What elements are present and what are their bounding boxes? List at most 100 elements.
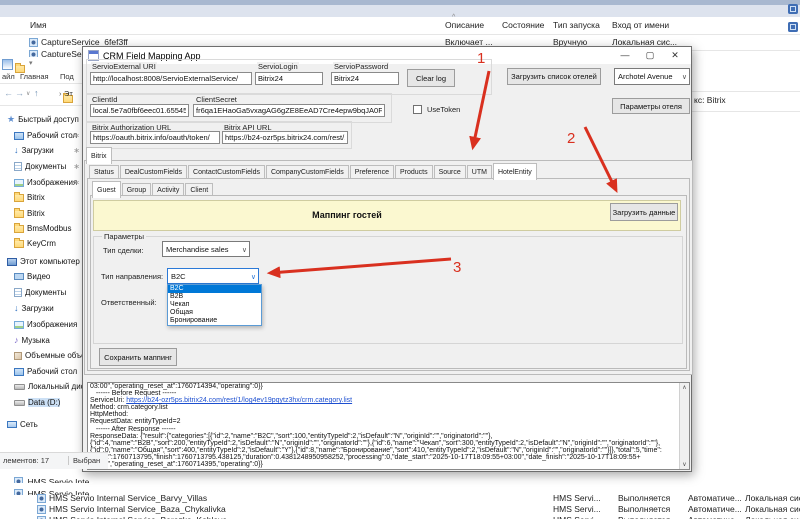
- up-icon[interactable]: ↑: [34, 88, 39, 98]
- tab-dealcustomfields[interactable]: DealCustomFields: [120, 165, 187, 179]
- sidebar-item-bitrix[interactable]: Bitrix: [0, 191, 82, 205]
- items-count: лементов: 17: [3, 456, 49, 465]
- taskbar-app-icon[interactable]: [788, 22, 798, 32]
- banner-title: Маппинг гостей: [94, 210, 600, 220]
- back-icon[interactable]: ←: [4, 88, 13, 98]
- desktop-screenshot: Имя ^ Описание Состояние Тип запуска Вхо…: [0, 0, 800, 519]
- log-line: ResponseData: {"result":{"categories":[{…: [88, 433, 689, 440]
- sidebar-item-this-pc[interactable]: Этот компьютер: [0, 255, 82, 269]
- servio-login-input[interactable]: [255, 72, 323, 85]
- client-secret-input[interactable]: [193, 104, 385, 117]
- close-button[interactable]: ✕: [665, 49, 685, 62]
- tab-products[interactable]: Products: [395, 165, 433, 179]
- sidebar-item-data-d[interactable]: Data (D:): [0, 396, 82, 410]
- taskbar-app-icon[interactable]: [788, 4, 798, 14]
- desktop-icon: [14, 132, 24, 140]
- direction-type-select[interactable]: B2C ∨: [167, 268, 259, 284]
- sidebar-item-quick-access[interactable]: ★Быстрый доступ: [0, 113, 82, 127]
- servio-uri-input[interactable]: [90, 72, 252, 85]
- star-icon: ★: [7, 115, 15, 124]
- sidebar-item-desktop[interactable]: Рабочий стол: [0, 365, 82, 379]
- client-id-input[interactable]: [90, 104, 189, 117]
- sidebar-item-network[interactable]: Сеть: [0, 418, 82, 432]
- table-row[interactable]: HMS Servio Inte: [8, 472, 160, 483]
- table-row[interactable]: HMS Servio Internal Service_Baza_Chykali…: [0, 504, 800, 515]
- tab-source[interactable]: Source: [434, 165, 466, 179]
- sidebar-item-bmsmodbus[interactable]: BmsModbus: [0, 222, 82, 236]
- clear-log-button[interactable]: Clear log: [407, 69, 455, 87]
- service-uri-link[interactable]: https://b24-ozr5ps.bitrix24.com/rest/1/l…: [126, 397, 352, 404]
- log-output[interactable]: 03:00","operating_reset_at":1760714394,"…: [87, 382, 690, 470]
- dropdown-option-common[interactable]: Общая: [168, 309, 261, 317]
- tab-hotelentity[interactable]: HotelEntity: [493, 163, 537, 180]
- load-data-button[interactable]: Загрузить данные: [610, 203, 678, 221]
- hotel-params-button[interactable]: Параметры отеля: [612, 98, 690, 114]
- log-line: ------ Before Request ------: [88, 390, 689, 397]
- ribbon-tab-home[interactable]: Главная: [20, 72, 49, 81]
- window-toolbar-strip: [0, 5, 800, 17]
- minimize-button[interactable]: —: [615, 49, 635, 62]
- network-icon: [7, 421, 17, 428]
- col-header-name[interactable]: Имя: [30, 20, 47, 30]
- col-header-description[interactable]: Описание: [445, 20, 484, 30]
- hotel-select[interactable]: Archotel Avenue ∨: [614, 68, 690, 85]
- tab-guest[interactable]: Guest: [92, 181, 121, 198]
- table-row[interactable]: HMS Servio Internal Service_Berezka_Kobl…: [0, 515, 800, 519]
- load-hotels-button[interactable]: Загрузить список отелей: [507, 68, 601, 85]
- sidebar-item-pictures[interactable]: Изображения: [0, 318, 82, 332]
- recent-locations-icon[interactable]: ∨: [26, 90, 30, 97]
- sidebar-item-pictures[interactable]: Изображения∗: [0, 176, 82, 190]
- ribbon-tab-file[interactable]: айл: [2, 72, 15, 81]
- bg-text-fragment: кс: Bitrix: [694, 95, 726, 105]
- tab-utm[interactable]: UTM: [467, 165, 492, 179]
- dropdown-option-b2b[interactable]: B2B: [168, 293, 261, 301]
- sidebar-item-music[interactable]: ♪Музыка: [0, 334, 82, 348]
- pin-icon: ∗: [73, 129, 80, 143]
- service-icon: [29, 38, 38, 47]
- breadcrumb[interactable]: Эт: [64, 89, 73, 98]
- annotation-number-3: 3: [453, 259, 461, 276]
- selection-status: Выбран: [68, 456, 100, 465]
- servio-password-label: ServioPassword: [333, 62, 389, 71]
- dropdown-option-b2c[interactable]: B2C: [168, 285, 261, 293]
- save-mapping-button[interactable]: Сохранить маппинг: [99, 348, 177, 366]
- ribbon-tab-share[interactable]: Под: [60, 72, 74, 81]
- header-divider: [0, 34, 800, 35]
- log-scrollbar[interactable]: ∧ ∨: [679, 383, 689, 469]
- table-row[interactable]: HMS Servio Internal Service_Barvy_Villas…: [0, 493, 800, 504]
- log-line: Method: crm.category.list: [88, 404, 689, 411]
- tab-contactcustomfields[interactable]: ContactCustomFields: [188, 165, 265, 179]
- col-header-logon[interactable]: Вход от имени: [612, 20, 669, 30]
- maximize-button[interactable]: ▢: [640, 49, 660, 62]
- sidebar-item-keycrm[interactable]: KeyCrm: [0, 237, 82, 251]
- deal-type-select[interactable]: Merchandise sales ∨: [162, 241, 250, 257]
- sidebar-item-bitrix[interactable]: Bitrix: [0, 207, 82, 221]
- scroll-down-icon[interactable]: ∨: [680, 461, 689, 468]
- use-token-checkbox[interactable]: [413, 105, 422, 114]
- dropdown-option-booking[interactable]: Бронирование: [168, 317, 261, 325]
- bitrix-api-url-input[interactable]: [222, 131, 348, 144]
- col-header-startup[interactable]: Тип запуска: [553, 20, 600, 30]
- tab-status[interactable]: Status: [89, 165, 119, 179]
- breadcrumb-separator: ›: [59, 89, 62, 98]
- tab-bitrix[interactable]: Bitrix: [86, 147, 112, 164]
- direction-type-dropdown: B2C B2B Чекап Общая Бронирование: [167, 284, 262, 326]
- tab-preference[interactable]: Preference: [350, 165, 394, 179]
- quick-access-toolbar-icon[interactable]: ▾: [29, 59, 33, 67]
- servio-password-input[interactable]: [331, 72, 399, 85]
- col-header-state[interactable]: Состояние: [502, 20, 544, 30]
- sidebar-item-documents[interactable]: Документы: [0, 286, 82, 300]
- forward-icon[interactable]: →: [15, 88, 24, 98]
- sidebar-item-3d-objects[interactable]: Объемные объекты: [0, 349, 82, 363]
- sidebar-item-downloads[interactable]: ↓Загрузки∗: [0, 144, 82, 158]
- bitrix-auth-url-input[interactable]: [90, 131, 220, 144]
- tab-companycustomfields[interactable]: CompanyCustomFields: [266, 165, 349, 179]
- sidebar-item-downloads[interactable]: ↓Загрузки: [0, 302, 82, 316]
- dropdown-option-checkup[interactable]: Чекап: [168, 301, 261, 309]
- scroll-up-icon[interactable]: ∧: [680, 384, 689, 391]
- sidebar-item-videos[interactable]: Видео: [0, 270, 82, 284]
- cube-icon: [14, 352, 22, 360]
- sidebar-item-desktop[interactable]: Рабочий стол∗: [0, 129, 82, 143]
- sidebar-item-documents[interactable]: Документы∗: [0, 160, 82, 174]
- sidebar-item-disk-c[interactable]: Локальный диск (C: [0, 380, 82, 394]
